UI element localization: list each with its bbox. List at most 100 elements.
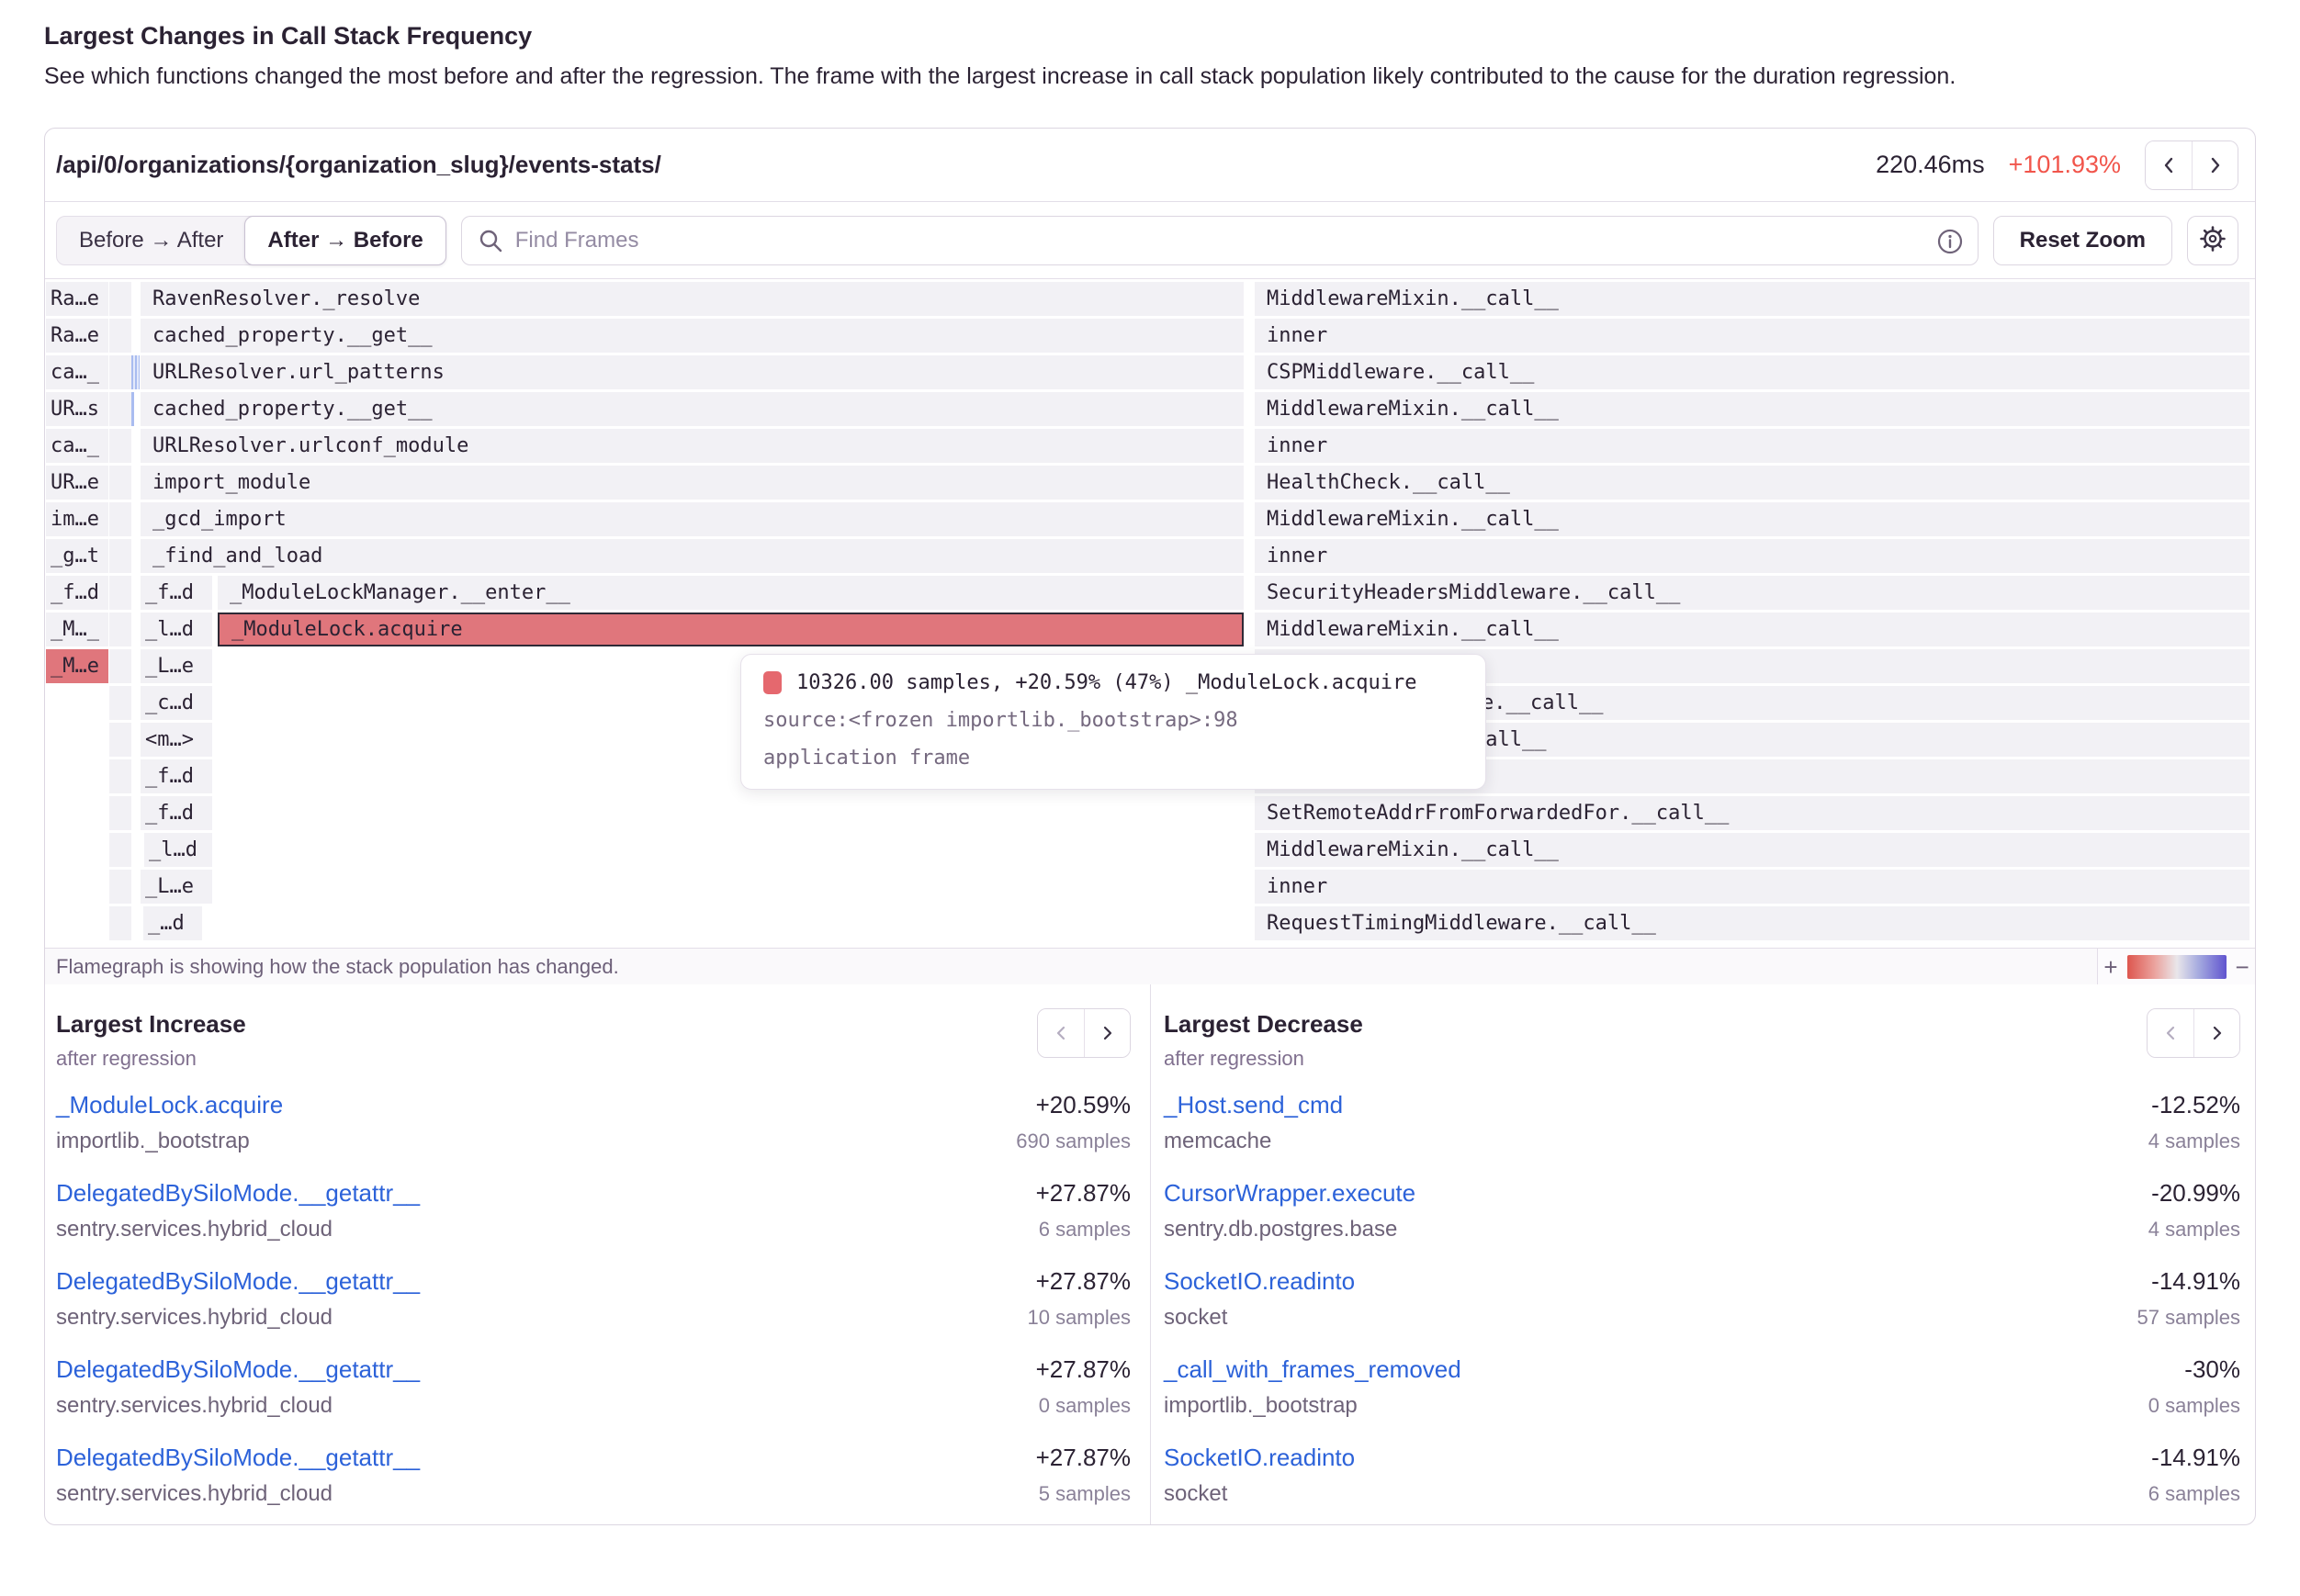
flame-cell[interactable]: MiddlewareMixin.__call__ <box>1255 502 2249 536</box>
flame-cell[interactable] <box>109 319 131 353</box>
flame-cell[interactable]: CSPMiddleware.__call__ <box>1255 355 2249 389</box>
flame-cell[interactable]: _M…e <box>46 649 108 683</box>
flame-cell[interactable]: _L…e <box>141 649 212 683</box>
flame-cell[interactable] <box>109 466 131 500</box>
flame-cell[interactable]: _…d <box>143 906 202 940</box>
function-link[interactable]: DelegatedBySiloMode.__getattr__ <box>56 1177 420 1208</box>
decrease-subtitle: after regression <box>1164 1047 1363 1071</box>
flame-cell[interactable] <box>109 502 131 536</box>
flame-cell[interactable] <box>109 282 131 316</box>
increase-prev-button[interactable] <box>1038 1009 1084 1057</box>
flame-cell[interactable]: _l…d <box>141 613 212 646</box>
info-icon[interactable] <box>1936 228 1964 260</box>
reset-zoom-button[interactable]: Reset Zoom <box>1993 216 2172 265</box>
function-link[interactable]: SocketIO.readinto <box>1164 1442 1355 1473</box>
flame-cell[interactable] <box>109 723 131 757</box>
flame-cell[interactable]: ca…_ <box>46 429 108 463</box>
flame-cell[interactable]: MiddlewareMixin.__call__ <box>1255 282 2249 316</box>
flame-cell[interactable] <box>109 686 131 720</box>
flame-cell[interactable] <box>109 759 131 793</box>
flame-cell[interactable]: URLResolver.url_patterns <box>141 355 1244 389</box>
prev-endpoint-button[interactable] <box>2146 141 2192 189</box>
flame-cell[interactable]: MiddlewareMixin.__call__ <box>1255 833 2249 867</box>
function-link[interactable]: _ModuleLock.acquire <box>56 1089 283 1120</box>
flame-cell[interactable]: HealthCheck.__call__ <box>1255 466 2249 500</box>
flame-cell[interactable]: ca…_ <box>46 355 108 389</box>
flame-cell[interactable]: MiddlewareMixin.__call__ <box>1255 613 2249 646</box>
flame-cell[interactable] <box>109 355 131 389</box>
function-link[interactable]: DelegatedBySiloMode.__getattr__ <box>56 1265 420 1297</box>
flame-cell[interactable]: cached_property.__get__ <box>141 392 1244 426</box>
flame-cell[interactable]: _ModuleLock.acquire <box>218 613 1244 646</box>
flame-cell[interactable] <box>109 833 131 867</box>
flame-cell[interactable]: _f…d <box>141 759 212 793</box>
search-input[interactable] <box>461 216 1979 265</box>
flame-cell[interactable] <box>131 355 140 389</box>
increase-next-button[interactable] <box>1084 1009 1130 1057</box>
change-percent: -30% <box>2148 1354 2240 1385</box>
flame-cell[interactable]: _f…d <box>141 796 212 830</box>
flame-cell[interactable] <box>109 429 131 463</box>
flame-cell[interactable]: UR…e <box>46 466 108 500</box>
flame-cell[interactable]: UR…s <box>46 392 108 426</box>
sample-count: 0 samples <box>2148 1390 2240 1422</box>
flame-cell[interactable]: _g…t <box>46 539 108 573</box>
flamegraph-canvas[interactable]: Ra…e RavenResolver._resolve MiddlewareMixi… <box>45 279 2255 948</box>
function-link[interactable]: SocketIO.readinto <box>1164 1265 1355 1297</box>
flame-cell[interactable] <box>109 649 131 683</box>
toggle-before-after[interactable]: Before → After <box>57 217 245 264</box>
function-link[interactable]: DelegatedBySiloMode.__getattr__ <box>56 1442 420 1473</box>
flame-cell[interactable]: inner <box>1255 319 2249 353</box>
flame-cell[interactable]: _ModuleLockManager.__enter__ <box>218 576 1244 610</box>
settings-button[interactable] <box>2187 216 2238 265</box>
function-link[interactable]: _Host.send_cmd <box>1164 1089 1343 1120</box>
flame-cell[interactable] <box>131 392 134 426</box>
decrease-prev-button[interactable] <box>2148 1009 2193 1057</box>
flame-cell[interactable]: inner <box>1255 429 2249 463</box>
flame-cell[interactable]: inner <box>1255 539 2249 573</box>
endpoint-duration: 220.46ms <box>1876 151 1985 179</box>
decrease-list: _Host.send_cmdmemcache-12.52%4 samplesCu… <box>1164 1089 2240 1510</box>
flame-cell[interactable]: RequestTimingMiddleware.__call__ <box>1255 906 2249 940</box>
flame-cell[interactable]: _l…d <box>144 833 212 867</box>
flame-cell[interactable] <box>109 870 131 904</box>
flame-cell[interactable] <box>109 576 131 610</box>
flame-cell[interactable]: cached_property.__get__ <box>141 319 1244 353</box>
flame-cell[interactable]: _find_and_load <box>141 539 1244 573</box>
function-link[interactable]: DelegatedBySiloMode.__getattr__ <box>56 1354 420 1385</box>
flame-cell[interactable]: Ra…e <box>46 282 108 316</box>
flame-cell[interactable] <box>109 906 131 940</box>
flame-cell[interactable]: _L…e <box>141 870 212 904</box>
legend-plus-label: + <box>2103 955 2117 979</box>
sample-count: 690 samples <box>1016 1126 1131 1157</box>
sample-count: 4 samples <box>2148 1214 2240 1245</box>
flame-cell[interactable] <box>109 796 131 830</box>
flame-cell[interactable] <box>109 613 131 646</box>
flame-cell[interactable]: SecurityHeadersMiddleware.__call__ <box>1255 576 2249 610</box>
flame-cell[interactable]: inner <box>1255 870 2249 904</box>
increase-list: _ModuleLock.acquireimportlib._bootstrap+… <box>56 1089 1131 1510</box>
increase-header: Largest Increase after regression <box>56 1008 1131 1071</box>
flame-cell[interactable]: RavenResolver._resolve <box>141 282 1244 316</box>
flame-cell[interactable]: Ra…e <box>46 319 108 353</box>
flame-cell[interactable] <box>109 392 131 426</box>
toggle-after-before[interactable]: After → Before <box>244 216 445 265</box>
function-link[interactable]: _call_with_frames_removed <box>1164 1354 1461 1385</box>
change-percent: -14.91% <box>2148 1442 2240 1473</box>
flame-cell[interactable]: _f…d <box>46 576 108 610</box>
flame-cell[interactable]: _gcd_import <box>141 502 1244 536</box>
flame-cell[interactable]: MiddlewareMixin.__call__ <box>1255 392 2249 426</box>
flame-cell[interactable]: _M…_ <box>46 613 108 646</box>
flame-cell[interactable]: _f…d <box>141 576 212 610</box>
decrease-next-button[interactable] <box>2193 1009 2239 1057</box>
flame-cell[interactable]: _c…d <box>141 686 212 720</box>
flame-cell[interactable]: SetRemoteAddrFromForwardedFor.__call__ <box>1255 796 2249 830</box>
flame-cell[interactable]: URLResolver.urlconf_module <box>141 429 1244 463</box>
function-link[interactable]: CursorWrapper.execute <box>1164 1177 1415 1208</box>
next-endpoint-button[interactable] <box>2192 141 2238 189</box>
flame-cell[interactable]: im…e <box>46 502 108 536</box>
flame-cell[interactable] <box>109 539 131 573</box>
flame-cell[interactable]: import_module <box>141 466 1244 500</box>
flame-cell[interactable]: <m…> <box>141 723 212 757</box>
endpoint-bar: /api/0/organizations/{organization_slug}… <box>45 129 2255 202</box>
